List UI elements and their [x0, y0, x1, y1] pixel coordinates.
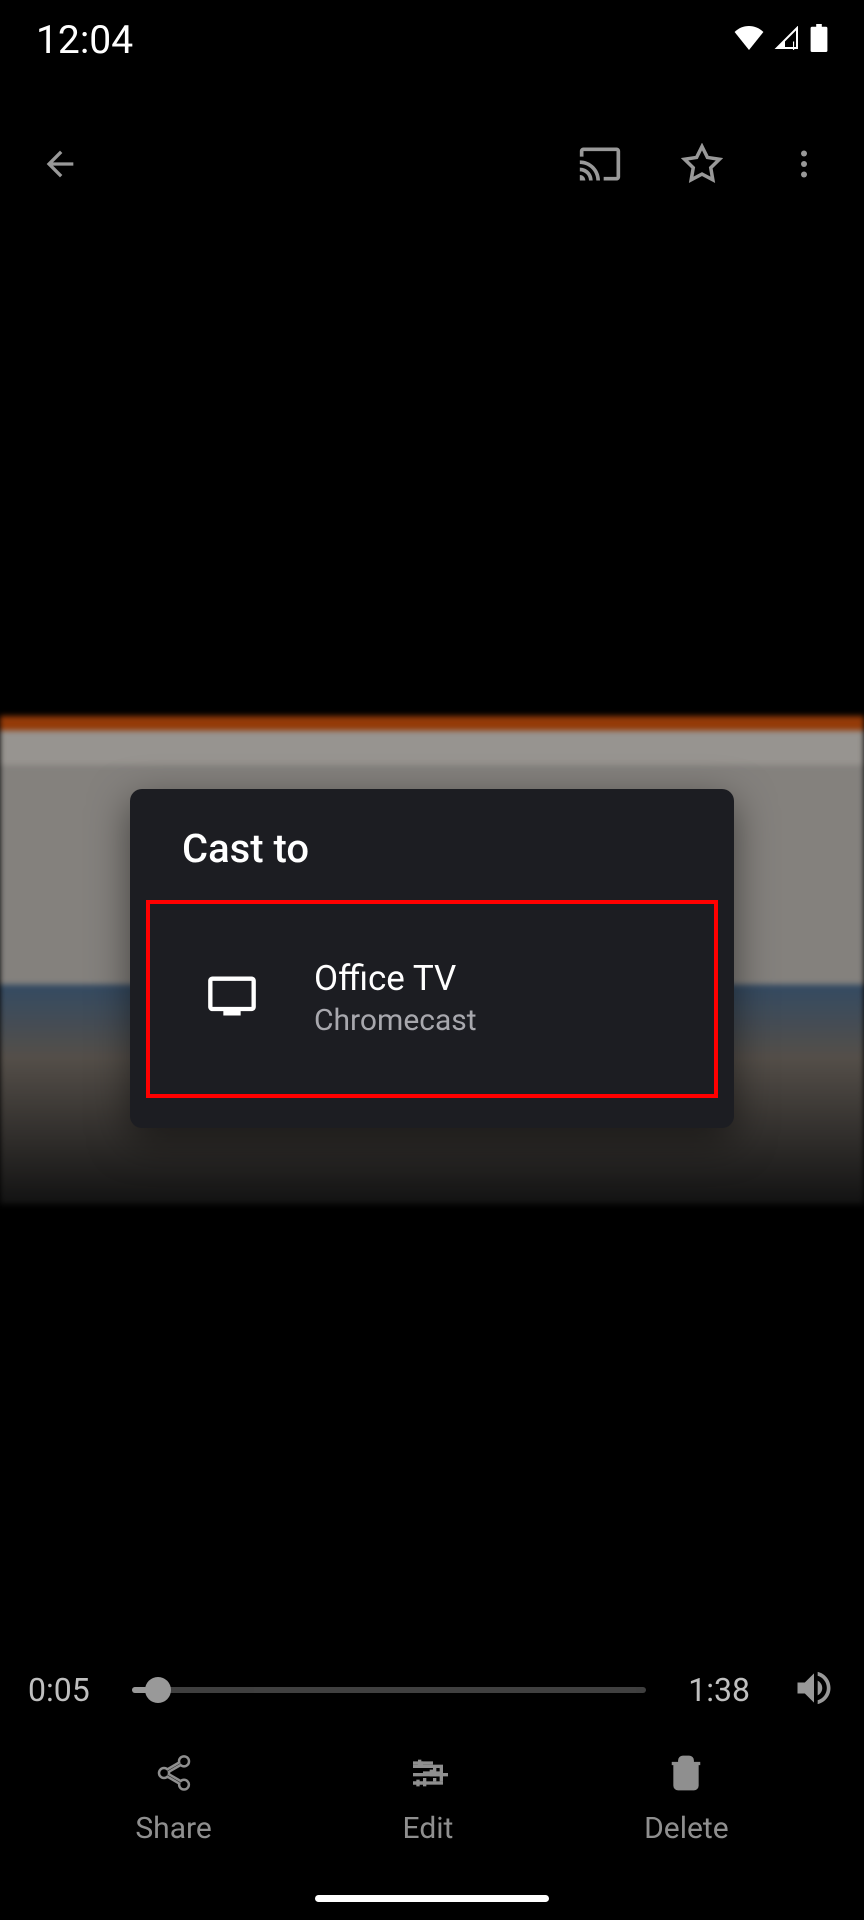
delete-button[interactable]: Delete — [644, 1753, 729, 1846]
edit-button[interactable]: Edit — [403, 1753, 454, 1846]
status-icons: ! — [734, 24, 828, 56]
duration-time: 1:38 — [688, 1671, 750, 1709]
star-icon[interactable] — [670, 132, 734, 196]
tv-icon — [206, 974, 258, 1022]
elapsed-time: 0:05 — [28, 1671, 90, 1709]
cast-dialog: Cast to Office TV Chromecast — [130, 789, 734, 1128]
cast-icon[interactable] — [568, 132, 632, 196]
nav-indicator[interactable] — [315, 1895, 549, 1902]
delete-label: Delete — [644, 1811, 729, 1846]
wifi-icon — [734, 26, 764, 54]
action-bar: Share Edit Delete — [0, 1743, 864, 1870]
seek-slider[interactable] — [132, 1687, 647, 1693]
share-button[interactable]: Share — [135, 1753, 211, 1846]
volume-icon[interactable] — [792, 1666, 836, 1714]
status-time: 12:04 — [36, 17, 133, 63]
status-bar: 12:04 ! — [0, 0, 864, 110]
dialog-title: Cast to — [130, 825, 734, 900]
device-name: Office TV — [314, 958, 477, 999]
battery-icon — [810, 24, 828, 56]
share-label: Share — [135, 1811, 211, 1846]
video-controls: 0:05 1:38 — [0, 1666, 864, 1714]
more-icon[interactable] — [772, 132, 836, 196]
signal-icon: ! — [774, 26, 800, 54]
svg-text:!: ! — [792, 39, 795, 50]
edit-label: Edit — [403, 1811, 454, 1846]
back-icon[interactable] — [28, 132, 92, 196]
device-type: Chromecast — [314, 1003, 477, 1038]
cast-device-item[interactable]: Office TV Chromecast — [146, 900, 718, 1098]
app-bar — [0, 110, 864, 218]
